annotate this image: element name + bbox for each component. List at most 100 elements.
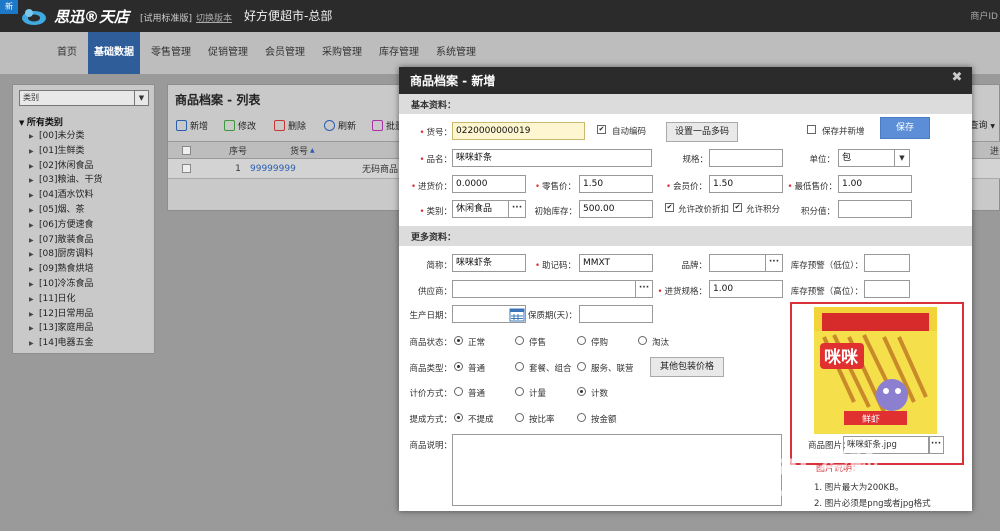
mnemonic-input[interactable]: MMXT xyxy=(579,254,653,272)
shelf-life-input[interactable] xyxy=(579,305,653,323)
supplier-input[interactable] xyxy=(452,280,637,298)
initial-stock-input[interactable]: 500.00 xyxy=(579,200,653,218)
shelf-life-label: 保质期(天)： xyxy=(527,311,577,321)
member-input[interactable]: 1.50 xyxy=(709,175,783,193)
type-combo-radio[interactable] xyxy=(515,362,524,371)
brand-picker-button[interactable]: ··· xyxy=(765,254,783,272)
tree-item[interactable]: ▶ [09]熟食烘培 xyxy=(29,262,102,277)
menu-purchase[interactable]: 采购管理 xyxy=(316,32,368,74)
cost-input[interactable]: 0.0000 xyxy=(452,175,526,193)
tree-item[interactable]: ▶ [01]生鲜类 xyxy=(29,144,102,159)
tree-item[interactable]: ▶ [12]日常用品 xyxy=(29,307,102,322)
spec-input[interactable] xyxy=(709,149,783,167)
delete-button[interactable]: 删除 xyxy=(274,119,306,132)
supplier-picker-button[interactable]: ··· xyxy=(635,280,653,298)
brand-input[interactable] xyxy=(709,254,767,272)
col-code[interactable]: 货号 ▲ xyxy=(290,142,315,158)
status-stop-sale-radio[interactable] xyxy=(515,336,524,345)
menu-basic-data[interactable]: 基础数据 xyxy=(88,32,140,74)
auto-code-checkbox[interactable]: ✔ xyxy=(597,125,606,134)
user-id-label[interactable]: 商户ID xyxy=(970,9,998,22)
pricing-count-radio[interactable] xyxy=(577,387,586,396)
snack-bag-image: 咪咪 鲜虾 xyxy=(814,307,937,434)
menu-promotion[interactable]: 促销管理 xyxy=(202,32,254,74)
cost-label: • 进货价： xyxy=(410,182,452,192)
expand-icon: ▶ xyxy=(29,325,34,333)
pricing-weight-radio[interactable] xyxy=(515,387,524,396)
chevron-down-icon: ▼ xyxy=(990,123,995,130)
commission-none-radio[interactable] xyxy=(454,413,463,422)
other-pack-price-button[interactable]: 其他包装价格 xyxy=(650,357,724,377)
image-picker-button[interactable]: ··· xyxy=(928,436,944,454)
tree-item[interactable]: ▶ [02]休闲食品 xyxy=(29,159,102,174)
tree-item[interactable]: ▶ [10]冷冻食品 xyxy=(29,277,102,292)
allow-points-checkbox[interactable]: ✔ xyxy=(733,203,742,212)
chevron-down-icon[interactable]: ▼ xyxy=(894,149,910,167)
retail-input[interactable]: 1.50 xyxy=(579,175,653,193)
col-extra[interactable]: 进 xyxy=(990,142,999,158)
store-name: 好方便超市-总部 xyxy=(244,9,333,23)
tree-item[interactable]: ▶ [00]未分类 xyxy=(29,129,102,144)
supplier-label: 供应商： xyxy=(417,287,452,297)
row-checkbox[interactable] xyxy=(182,159,191,178)
name-input[interactable]: 咪咪虾条 xyxy=(452,149,652,167)
list-title: 商品档案 - 列表 xyxy=(175,93,261,107)
short-name-input[interactable]: 咪咪虾条 xyxy=(452,254,526,272)
stock-low-input[interactable] xyxy=(864,254,910,272)
tree-item[interactable]: ▶ [05]烟、茶 xyxy=(29,203,102,218)
new-badge: 新 xyxy=(0,0,18,14)
select-all-checkbox[interactable] xyxy=(182,142,191,158)
save-and-new-label: 保存并新增 xyxy=(822,127,865,137)
unit-select[interactable]: 包 xyxy=(838,149,896,167)
tree-item[interactable]: ▶ [08]厨房调料 xyxy=(29,247,102,262)
tree-root[interactable]: ▼ 所有类别 xyxy=(19,115,63,128)
menu-member[interactable]: 会员管理 xyxy=(259,32,311,74)
pricing-normal-radio[interactable] xyxy=(454,387,463,396)
category-picker-button[interactable]: ··· xyxy=(508,200,526,218)
col-no[interactable]: 序号 xyxy=(218,142,258,158)
tree-item[interactable]: ▶ [06]方便速食 xyxy=(29,218,102,233)
status-normal-radio[interactable] xyxy=(454,336,463,345)
stock-high-input[interactable] xyxy=(864,280,910,298)
tree-item[interactable]: ▶ [03]粮油、干货 xyxy=(29,173,102,188)
tree-item[interactable]: ▶ [04]酒水饮料 xyxy=(29,188,102,203)
row-code-link[interactable]: 99999999 xyxy=(250,159,296,178)
save-and-new-checkbox[interactable] xyxy=(807,125,816,134)
commission-rate-radio[interactable] xyxy=(515,413,524,422)
allow-discount-checkbox[interactable]: ✔ xyxy=(665,203,674,212)
points-input[interactable] xyxy=(838,200,912,218)
set-multi-code-button[interactable]: 设置一品多码 xyxy=(666,122,738,142)
status-eliminate-radio[interactable] xyxy=(638,336,647,345)
chevron-down-icon[interactable]: ▼ xyxy=(134,91,148,105)
name-label: • 品名： xyxy=(419,155,452,165)
product-add-dialog: 商品档案 - 新增 ✖ 基本资料： • 货号： 0220000000019 ✔ 自… xyxy=(399,67,972,511)
search-button[interactable]: 查询 ▼ xyxy=(969,118,995,131)
add-button[interactable]: 新增 xyxy=(176,119,208,132)
code-input[interactable]: 0220000000019 xyxy=(452,122,585,140)
section-more: 更多资料： xyxy=(399,226,972,246)
close-icon[interactable]: ✖ xyxy=(950,71,964,85)
status-stop-purchase-radio[interactable] xyxy=(577,336,586,345)
category-input[interactable]: 休闲食品 xyxy=(452,200,510,218)
menu-home[interactable]: 首页 xyxy=(48,32,86,74)
type-service-radio[interactable] xyxy=(577,362,586,371)
menu-retail[interactable]: 零售管理 xyxy=(145,32,197,74)
save-button[interactable]: 保存 xyxy=(880,117,930,139)
switch-version-link[interactable]: 切换版本 xyxy=(196,11,232,24)
purchase-spec-input[interactable]: 1.00 xyxy=(709,280,783,298)
type-normal-radio[interactable] xyxy=(454,362,463,371)
commission-amount-label: 按金额 xyxy=(591,415,617,425)
tree-item[interactable]: ▶ [11]日化 xyxy=(29,292,102,307)
min-price-input[interactable]: 1.00 xyxy=(838,175,912,193)
category-select[interactable]: 类别 ▼ xyxy=(19,90,149,106)
edit-button[interactable]: 修改 xyxy=(224,119,256,132)
category-panel: 类别 ▼ ▼ 所有类别 ▶ [00]未分类 ▶ [01]生鲜类 ▶ [02]休闲食品 … xyxy=(12,84,155,354)
tree-item[interactable]: ▶ [13]家庭用品 xyxy=(29,321,102,336)
refresh-button[interactable]: 刷新 xyxy=(324,119,356,132)
tree-item[interactable]: ▶ [14]电器五金 xyxy=(29,336,102,351)
calendar-icon[interactable] xyxy=(509,306,525,322)
product-image[interactable]: 咪咪 鲜虾 xyxy=(814,307,937,434)
commission-amount-radio[interactable] xyxy=(577,413,586,422)
tree-item[interactable]: ▶ [07]散装食品 xyxy=(29,233,102,248)
description-textarea[interactable] xyxy=(452,434,782,506)
